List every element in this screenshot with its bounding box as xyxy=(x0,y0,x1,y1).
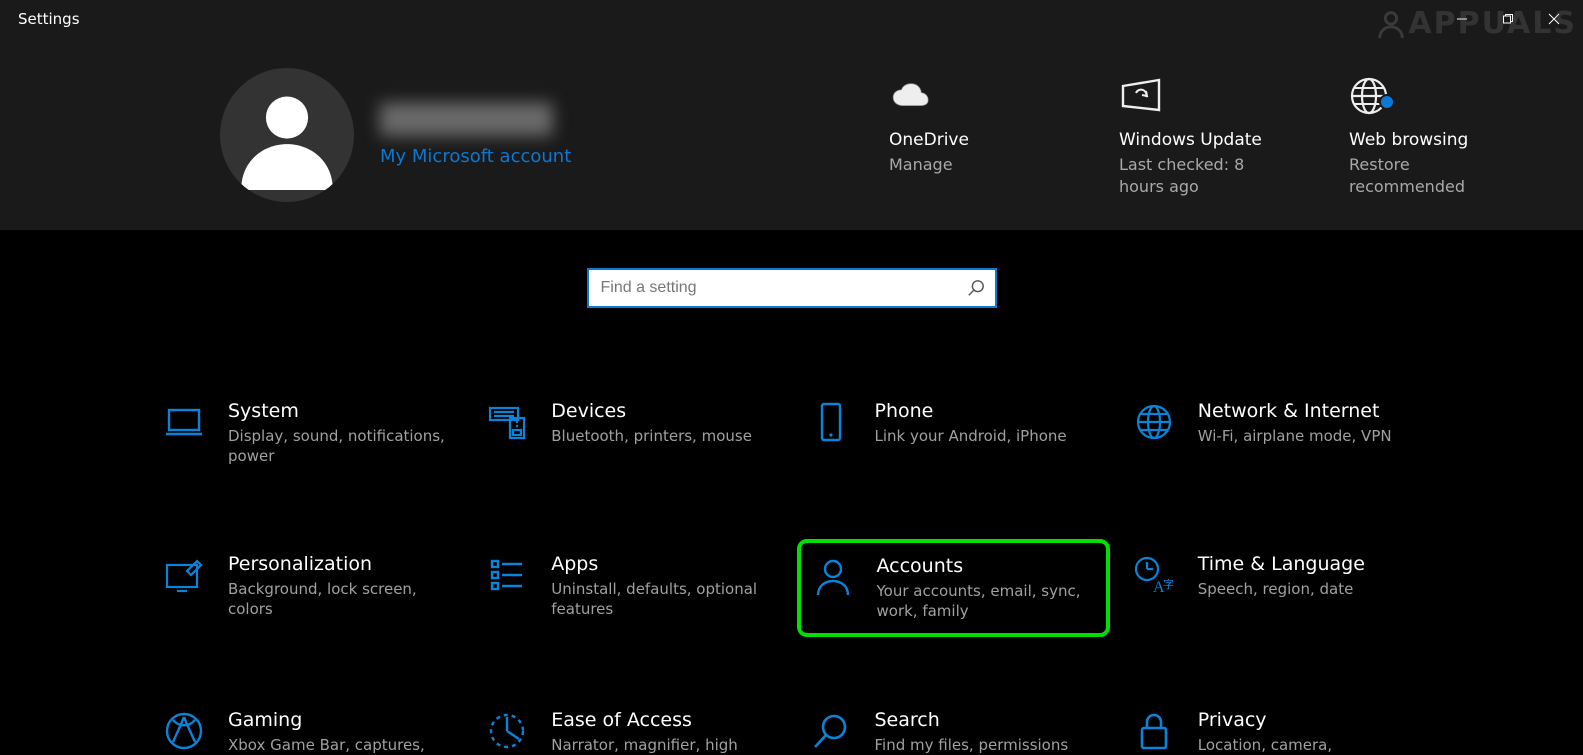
time-language-icon: A 字 xyxy=(1132,553,1176,597)
search-box[interactable] xyxy=(587,268,997,308)
category-title: Privacy xyxy=(1198,709,1418,731)
category-description: Xbox Game Bar, captures, Game Mode xyxy=(228,735,448,755)
category-description: Link your Android, iPhone xyxy=(875,426,1067,446)
window-title: Settings xyxy=(18,10,80,28)
maximize-icon xyxy=(1502,13,1514,25)
category-description: Wi-Fi, airplane mode, VPN xyxy=(1198,426,1392,446)
status-indicator-dot xyxy=(1379,94,1395,110)
category-time-language[interactable]: A 字 Time & Language Speech, region, date xyxy=(1120,539,1433,638)
apps-icon xyxy=(485,553,529,597)
category-gaming[interactable]: Gaming Xbox Game Bar, captures, Game Mod… xyxy=(150,695,463,755)
category-title: Network & Internet xyxy=(1198,400,1392,422)
status-card-subtitle: Restore recommended xyxy=(1349,154,1519,197)
category-title: Phone xyxy=(875,400,1067,422)
category-personalization[interactable]: Personalization Background, lock screen,… xyxy=(150,539,463,638)
status-card-onedrive[interactable]: OneDrive Manage xyxy=(889,72,1059,176)
minimize-icon xyxy=(1456,13,1468,25)
category-description: Bluetooth, printers, mouse xyxy=(551,426,752,446)
microsoft-account-link[interactable]: My Microsoft account xyxy=(380,146,600,167)
status-card-title: Web browsing xyxy=(1349,130,1519,150)
update-icon xyxy=(1119,76,1163,116)
accounts-icon xyxy=(811,555,855,599)
status-card-windows-update[interactable]: Windows Update Last checked: 8 hours ago xyxy=(1119,72,1289,197)
personalization-icon xyxy=(162,553,206,597)
maximize-button[interactable] xyxy=(1485,0,1531,38)
header-panel: ████████ My Microsoft account OneDrive M… xyxy=(0,38,1583,230)
gaming-icon xyxy=(162,709,206,753)
category-title: Time & Language xyxy=(1198,553,1365,575)
category-description: Narrator, magnifier, high contrast xyxy=(551,735,771,755)
phone-icon xyxy=(809,400,853,444)
minimize-button[interactable] xyxy=(1439,0,1485,38)
user-avatar-icon xyxy=(232,80,342,190)
category-accounts[interactable]: Accounts Your accounts, email, sync, wor… xyxy=(797,539,1110,638)
category-description: Display, sound, notifications, power xyxy=(228,426,448,467)
window-titlebar: Settings xyxy=(0,0,1583,38)
search-section xyxy=(0,230,1583,308)
category-description: Your accounts, email, sync, work, family xyxy=(877,581,1096,622)
system-icon xyxy=(162,400,206,444)
category-title: Devices xyxy=(551,400,752,422)
status-card-subtitle: Last checked: 8 hours ago xyxy=(1119,154,1289,197)
svg-text:字: 字 xyxy=(1163,577,1174,591)
category-title: Personalization xyxy=(228,553,448,575)
category-title: Gaming xyxy=(228,709,448,731)
category-apps[interactable]: Apps Uninstall, defaults, optional featu… xyxy=(473,539,786,638)
category-description: Location, camera, microphone xyxy=(1198,735,1418,755)
user-display-name: ████████ xyxy=(380,103,600,136)
category-system[interactable]: System Display, sound, notifications, po… xyxy=(150,386,463,481)
network-icon xyxy=(1132,400,1176,444)
ease-of-access-icon xyxy=(485,709,529,753)
status-card-title: OneDrive xyxy=(889,130,1059,150)
settings-category-grid: System Display, sound, notifications, po… xyxy=(0,308,1583,755)
category-privacy[interactable]: Privacy Location, camera, microphone xyxy=(1120,695,1433,755)
category-title: System xyxy=(228,400,448,422)
category-search[interactable]: Search Find my files, permissions xyxy=(797,695,1110,755)
status-cards: OneDrive Manage Windows Update Last chec… xyxy=(889,72,1583,197)
cloud-icon xyxy=(889,81,933,111)
category-description: Uninstall, defaults, optional features xyxy=(551,579,771,620)
devices-icon xyxy=(485,400,529,444)
status-card-web-browsing[interactable]: Web browsing Restore recommended xyxy=(1349,72,1519,197)
category-title: Search xyxy=(875,709,1069,731)
privacy-icon xyxy=(1132,709,1176,753)
category-title: Apps xyxy=(551,553,771,575)
category-description: Find my files, permissions xyxy=(875,735,1069,755)
search-category-icon xyxy=(809,709,853,753)
category-phone[interactable]: Phone Link your Android, iPhone xyxy=(797,386,1110,481)
category-description: Speech, region, date xyxy=(1198,579,1365,599)
user-avatar[interactable] xyxy=(220,68,354,202)
category-devices[interactable]: Devices Bluetooth, printers, mouse xyxy=(473,386,786,481)
category-ease-of-access[interactable]: Ease of Access Narrator, magnifier, high… xyxy=(473,695,786,755)
category-title: Accounts xyxy=(877,555,1096,577)
category-description: Background, lock screen, colors xyxy=(228,579,448,620)
user-info: ████████ My Microsoft account xyxy=(380,103,600,167)
status-card-subtitle: Manage xyxy=(889,154,1059,176)
search-input[interactable] xyxy=(601,279,967,297)
close-button[interactable] xyxy=(1531,0,1577,38)
category-network[interactable]: Network & Internet Wi-Fi, airplane mode,… xyxy=(1120,386,1433,481)
search-icon xyxy=(967,279,985,297)
category-title: Ease of Access xyxy=(551,709,771,731)
close-icon xyxy=(1548,13,1560,25)
status-card-title: Windows Update xyxy=(1119,130,1289,150)
window-controls xyxy=(1439,0,1577,38)
